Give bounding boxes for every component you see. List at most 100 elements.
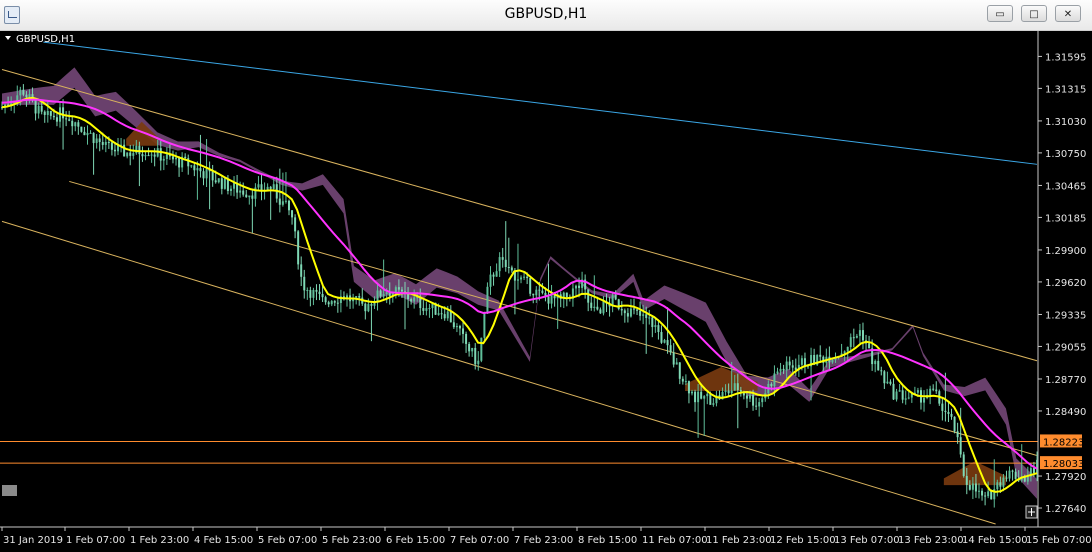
candle-body	[669, 345, 672, 353]
y-tick-label: 1.30465	[1045, 181, 1086, 192]
candle-body	[37, 105, 40, 114]
candle-body	[315, 289, 318, 292]
candle-body	[77, 122, 80, 127]
candle-body	[46, 111, 49, 115]
candle-body	[590, 302, 593, 308]
candle-body	[474, 347, 477, 365]
x-tick-label: 13 Feb 07:00	[834, 535, 900, 546]
candle-body	[1005, 477, 1008, 479]
candle-body	[874, 360, 877, 365]
candle-body	[294, 217, 297, 232]
candle-body	[86, 132, 89, 136]
candle-body	[904, 398, 907, 400]
candle-body	[782, 368, 785, 371]
chart-scroll-handle[interactable]	[2, 485, 17, 496]
candle-body	[211, 171, 214, 181]
chart-area[interactable]: 1.31595 1.31315 1.31030 1.30750 1.30465 1.301…	[0, 31, 1092, 548]
candle-body	[965, 475, 968, 485]
candle-body	[1008, 470, 1011, 479]
candle-body	[538, 289, 541, 291]
candle-body	[849, 337, 852, 347]
candle-body	[71, 120, 74, 127]
candle-body	[773, 373, 776, 387]
candle-body	[269, 186, 272, 189]
minimize-button[interactable]: ▭	[987, 5, 1013, 22]
y-tick-label: 1.29055	[1045, 342, 1086, 353]
candle-body	[700, 391, 703, 399]
candle-body	[410, 299, 413, 302]
candle-body	[510, 267, 513, 271]
title-bar[interactable]: GBPUSD,H1 ▭ □ ✕	[0, 0, 1092, 31]
candle-body	[636, 309, 639, 311]
candle-body	[22, 89, 25, 95]
candle-body	[300, 264, 303, 277]
candle-body	[532, 293, 535, 296]
candle-body	[632, 308, 635, 310]
candle-body	[932, 388, 935, 390]
candle-body	[190, 165, 193, 167]
price-axis: 1.31595 1.31315 1.31030 1.30750 1.30465 1.301…	[1038, 52, 1086, 515]
candle-body	[895, 391, 898, 400]
close-button[interactable]: ✕	[1055, 5, 1081, 22]
candle-body	[428, 308, 431, 310]
x-tick-label: 7 Feb 07:00	[450, 535, 509, 546]
candle-body	[312, 289, 315, 298]
x-tick-label: 12 Feb 15:00	[770, 535, 836, 546]
candle-body	[449, 311, 452, 323]
candle-body	[565, 292, 568, 297]
candle-body	[776, 371, 779, 374]
candle-body	[819, 354, 822, 357]
candle-body	[248, 195, 251, 198]
candle-body	[504, 259, 507, 268]
candle-body	[80, 126, 83, 132]
candle-body	[367, 304, 370, 312]
candle-body	[523, 276, 526, 278]
maximize-button[interactable]: □	[1021, 5, 1047, 22]
candle-body	[614, 295, 617, 300]
candle-body	[730, 390, 733, 394]
candle-body	[245, 194, 248, 198]
candle-body	[852, 337, 855, 339]
candle-body	[492, 274, 495, 277]
candle-body	[791, 365, 794, 368]
candle-body	[617, 299, 620, 310]
candle-body	[205, 169, 208, 179]
candle-body	[385, 292, 388, 295]
candle-body	[239, 190, 242, 193]
candle-body	[596, 306, 599, 310]
price-tag-label: 1.28033	[1043, 459, 1084, 470]
candle-body	[880, 370, 883, 372]
candle-body	[147, 155, 150, 157]
candle-body	[987, 491, 990, 497]
candle-body	[785, 361, 788, 371]
candle-body	[291, 210, 294, 218]
candle-body	[687, 381, 690, 394]
candle-body	[165, 154, 168, 159]
candle-body	[1026, 476, 1029, 482]
y-tick-label: 1.27640	[1045, 504, 1086, 515]
candle-body	[526, 276, 529, 279]
candle-body	[629, 308, 632, 317]
x-tick-label: 5 Feb 07:00	[258, 535, 317, 546]
candle-body	[578, 285, 581, 288]
candle-body	[468, 343, 471, 352]
candle-body	[379, 290, 382, 297]
candle-body	[1002, 477, 1005, 487]
chart-symbol-label: GBPUSD,H1	[16, 34, 75, 45]
candle-body	[752, 394, 755, 406]
candle-body	[150, 154, 153, 156]
candle-body	[55, 117, 58, 122]
candle-body	[507, 267, 510, 269]
candle-body	[107, 141, 110, 143]
candle-body	[217, 178, 220, 183]
price-chart[interactable]: 1.31595 1.31315 1.31030 1.30750 1.30465 1.301…	[0, 31, 1092, 548]
candle-body	[92, 132, 95, 144]
candle-body	[242, 190, 245, 195]
y-tick-label: 1.28770	[1045, 375, 1086, 386]
candle-body	[336, 302, 339, 304]
candle-body	[199, 168, 202, 172]
candle-body	[178, 157, 181, 168]
candle-body	[28, 94, 31, 98]
x-tick-label: 15 Feb 07:00	[1026, 535, 1092, 546]
candle-body	[175, 157, 178, 160]
